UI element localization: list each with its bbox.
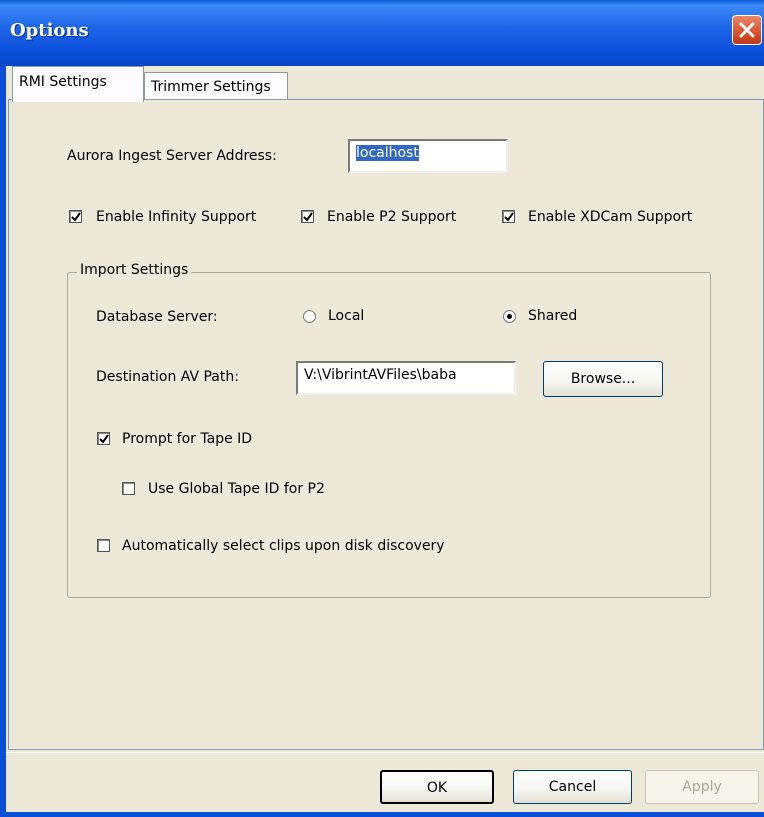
tab-trimmer-settings[interactable]: Trimmer Settings [144,72,288,102]
import-settings-title: Import Settings [77,262,192,278]
title-bar[interactable]: Options [0,0,764,66]
ok-button[interactable]: OK [380,770,494,804]
database-local-label[interactable]: Local [328,308,364,324]
server-address-label: Aurora Ingest Server Address: [67,148,277,164]
button-area-divider [6,752,764,753]
window-title: Options [10,20,89,41]
window-frame-bottom [0,812,764,817]
database-local-radio[interactable] [303,310,316,323]
global-tape-id-label[interactable]: Use Global Tape ID for P2 [148,481,325,497]
global-tape-id-checkbox[interactable] [122,482,135,495]
prompt-tape-id-label[interactable]: Prompt for Tape ID [122,431,252,447]
apply-button[interactable]: Apply [645,770,759,804]
p2-support-checkbox[interactable] [301,210,314,223]
infinity-support-label[interactable]: Enable Infinity Support [96,209,256,225]
p2-support-label[interactable]: Enable P2 Support [327,209,456,225]
database-shared-radio[interactable] [503,310,516,323]
database-server-label: Database Server: [96,309,218,325]
server-address-value: localhost [356,145,419,161]
checkmark-icon [504,212,514,222]
close-button[interactable] [732,15,762,45]
destination-path-label: Destination AV Path: [96,369,239,385]
window-frame-left [0,66,6,813]
checkmark-icon [71,212,81,222]
prompt-tape-id-checkbox[interactable] [97,432,110,445]
browse-button[interactable]: Browse... [543,361,663,397]
radio-selected-dot [507,314,512,319]
auto-select-clips-label[interactable]: Automatically select clips upon disk dis… [122,538,445,554]
cancel-button[interactable]: Cancel [513,770,632,804]
options-dialog: Options RMI Settings Trimmer Settings Au… [0,0,764,817]
destination-path-value: V:\VibrintAVFiles\baba [304,367,457,383]
infinity-support-checkbox[interactable] [69,210,82,223]
database-shared-label[interactable]: Shared [528,308,577,324]
destination-path-input[interactable]: V:\VibrintAVFiles\baba [296,361,516,395]
xdcam-support-checkbox[interactable] [502,210,515,223]
checkmark-icon [99,434,109,444]
server-address-input[interactable]: localhost [348,139,508,173]
close-icon [739,22,755,38]
checkmark-icon [303,212,313,222]
xdcam-support-label[interactable]: Enable XDCam Support [528,209,692,225]
auto-select-clips-checkbox[interactable] [97,539,110,552]
tab-rmi-settings[interactable]: RMI Settings [12,66,144,102]
